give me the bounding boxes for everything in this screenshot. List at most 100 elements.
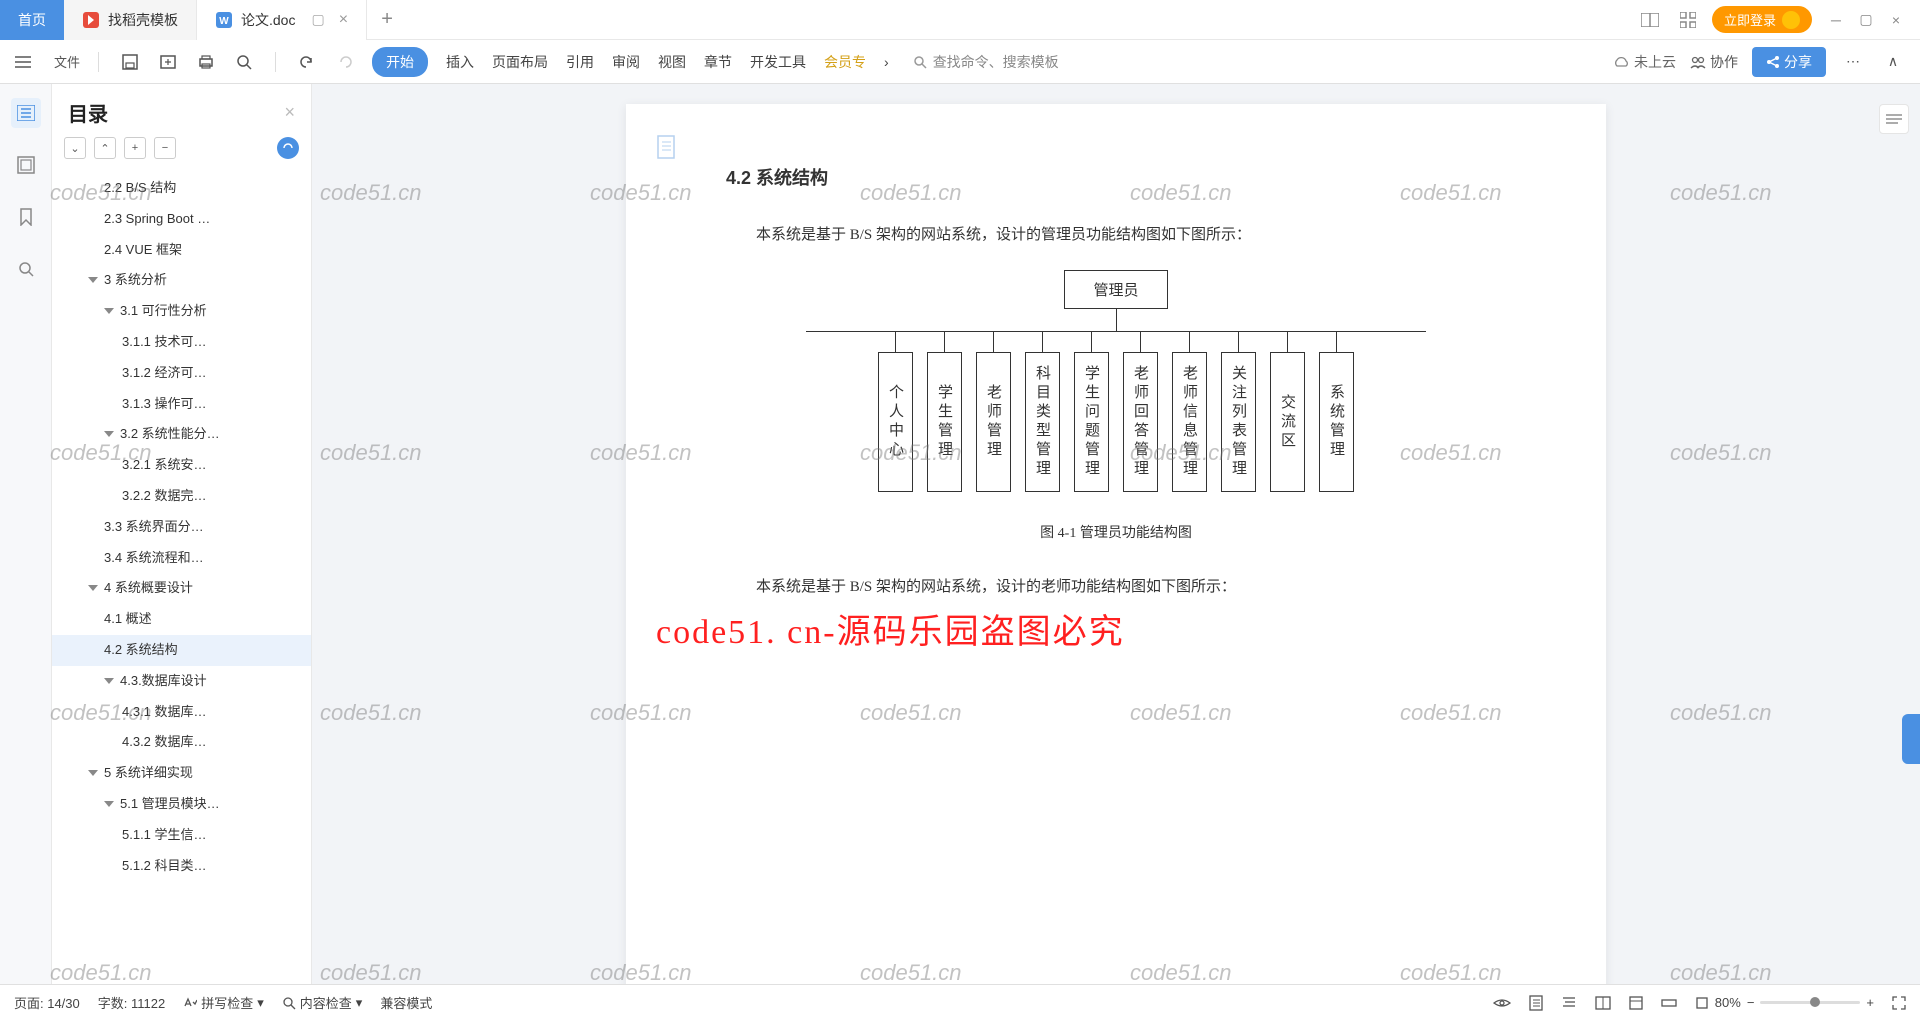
org-child: 学生管理 bbox=[927, 352, 962, 492]
outline-item[interactable]: 2.4 VUE 框架 bbox=[52, 235, 311, 266]
ai-panel-icon[interactable] bbox=[1879, 104, 1909, 134]
minimize-icon[interactable]: ─ bbox=[1822, 6, 1850, 34]
layout-icon[interactable] bbox=[1636, 6, 1664, 34]
tab-doc[interactable]: W 论文.doc ▢ × bbox=[197, 0, 367, 40]
outline-item[interactable]: 3.1.1 技术可… bbox=[52, 327, 311, 358]
outline-icon[interactable] bbox=[11, 98, 41, 128]
compat-mode[interactable]: 兼容模式 bbox=[380, 993, 432, 1012]
content-check[interactable]: 内容检查 ▾ bbox=[282, 993, 363, 1012]
preview-icon[interactable] bbox=[231, 49, 257, 75]
collab-button[interactable]: 协作 bbox=[1690, 52, 1738, 72]
ruler-icon[interactable] bbox=[1661, 996, 1677, 1010]
status-page[interactable]: 页面: 14/30 bbox=[14, 993, 80, 1012]
outline-title: 目录 bbox=[68, 98, 108, 127]
login-button[interactable]: 立即登录 bbox=[1712, 6, 1812, 33]
doc-heading: 4.2 系统结构 bbox=[726, 164, 1506, 190]
menu-insert[interactable]: 插入 bbox=[446, 52, 474, 72]
outline-item[interactable]: 3.1.3 操作可… bbox=[52, 389, 311, 420]
apps-icon[interactable] bbox=[1674, 6, 1702, 34]
title-bar: 首页 找稻壳模板 W 论文.doc ▢ × + 立即登录 ─ ▢ × bbox=[0, 0, 1920, 40]
menu-reference[interactable]: 引用 bbox=[566, 52, 594, 72]
outline-item[interactable]: 3.4 系统流程和… bbox=[52, 543, 311, 574]
outline-settings-icon[interactable] bbox=[277, 137, 299, 159]
toolbar-search[interactable]: 查找命令、搜索模板 bbox=[913, 52, 1059, 72]
outline-item[interactable]: 4.1 概述 bbox=[52, 604, 311, 635]
outline-item[interactable]: 3.1 可行性分析 bbox=[52, 296, 311, 327]
outline-item[interactable]: 3.2 系统性能分… bbox=[52, 419, 311, 450]
tab-home[interactable]: 首页 bbox=[0, 0, 64, 40]
print-icon[interactable] bbox=[193, 49, 219, 75]
outline-item[interactable]: 4.2 系统结构 bbox=[52, 635, 311, 666]
zoom-control: 80% − + bbox=[1695, 995, 1874, 1010]
outline-item[interactable]: 5 系统详细实现 bbox=[52, 758, 311, 789]
outline-item[interactable]: 3.2.2 数据完… bbox=[52, 481, 311, 512]
menu-section[interactable]: 章节 bbox=[704, 52, 732, 72]
figure-caption: 图 4-1 管理员功能结构图 bbox=[726, 522, 1506, 542]
tab-template[interactable]: 找稻壳模板 bbox=[64, 0, 197, 40]
collapse-all-icon[interactable]: ⌃ bbox=[94, 137, 116, 159]
level-up-icon[interactable]: + bbox=[124, 137, 146, 159]
menu-start[interactable]: 开始 bbox=[372, 47, 428, 77]
maximize-icon[interactable]: ▢ bbox=[1852, 6, 1880, 34]
outline-item[interactable]: 4.3.1 数据库… bbox=[52, 697, 311, 728]
zoom-in-icon[interactable]: + bbox=[1866, 995, 1874, 1010]
outline-item[interactable]: 5.1.1 学生信… bbox=[52, 820, 311, 851]
save-icon[interactable] bbox=[117, 49, 143, 75]
status-words[interactable]: 字数: 11122 bbox=[98, 993, 165, 1012]
menu-more-icon[interactable]: › bbox=[884, 54, 889, 70]
zoom-slider[interactable] bbox=[1760, 1001, 1860, 1004]
draft-view-icon[interactable] bbox=[1629, 996, 1643, 1010]
outline-item[interactable]: 2.3 Spring Boot … bbox=[52, 204, 311, 235]
outline-item[interactable]: 4 系统概要设计 bbox=[52, 573, 311, 604]
zoom-out-icon[interactable]: − bbox=[1747, 995, 1755, 1010]
file-menu[interactable]: 文件 bbox=[54, 52, 80, 71]
toolbar-expand-icon[interactable]: ∧ bbox=[1880, 49, 1906, 75]
fullscreen-icon[interactable] bbox=[1892, 996, 1906, 1010]
menu-member[interactable]: 会员专 bbox=[824, 52, 866, 72]
web-view-icon[interactable] bbox=[1595, 996, 1611, 1010]
read-mode-icon[interactable] bbox=[1493, 997, 1511, 1009]
outline-item[interactable]: 3 系统分析 bbox=[52, 265, 311, 296]
outline-list: 2.2 B/S 结构2.3 Spring Boot …2.4 VUE 框架3 系… bbox=[52, 169, 311, 984]
outline-item[interactable]: 4.3.2 数据库… bbox=[52, 727, 311, 758]
zoom-knob[interactable] bbox=[1810, 997, 1820, 1007]
menu-review[interactable]: 审阅 bbox=[612, 52, 640, 72]
zoom-value[interactable]: 80% bbox=[1715, 995, 1741, 1010]
side-tab[interactable] bbox=[1902, 714, 1920, 764]
cloud-status[interactable]: 未上云 bbox=[1612, 52, 1676, 72]
cloud-icon bbox=[1612, 55, 1630, 69]
new-tab-button[interactable]: + bbox=[367, 8, 407, 31]
outline-item[interactable]: 5.1 管理员模块… bbox=[52, 789, 311, 820]
level-down-icon[interactable]: − bbox=[154, 137, 176, 159]
close-window-icon[interactable]: × bbox=[1882, 6, 1910, 34]
page-view-icon[interactable] bbox=[1529, 995, 1543, 1011]
redo-icon[interactable] bbox=[332, 49, 358, 75]
menu-view[interactable]: 视图 bbox=[658, 52, 686, 72]
watermark-red: code51. cn-源码乐园盗图必究 bbox=[656, 604, 1125, 653]
outline-close-icon[interactable]: × bbox=[284, 102, 295, 123]
menu-icon[interactable] bbox=[10, 49, 36, 75]
toolbar-more-icon[interactable]: ⋯ bbox=[1840, 49, 1866, 75]
bookmark-icon[interactable] bbox=[11, 202, 41, 232]
outline-item[interactable]: 3.3 系统界面分… bbox=[52, 512, 311, 543]
menu-dev[interactable]: 开发工具 bbox=[750, 52, 806, 72]
outline-item[interactable]: 5.1.2 科目类… bbox=[52, 851, 311, 882]
outline-item[interactable]: 3.1.2 经济可… bbox=[52, 358, 311, 389]
float-icon[interactable]: ▢ bbox=[311, 11, 324, 28]
close-icon[interactable]: × bbox=[339, 11, 348, 29]
outline-view-icon[interactable] bbox=[1561, 996, 1577, 1010]
outline-item[interactable]: 4.3.数据库设计 bbox=[52, 666, 311, 697]
content-label: 内容检查 bbox=[300, 993, 352, 1012]
zoom-fit-icon[interactable] bbox=[1695, 996, 1709, 1010]
spell-check[interactable]: 拼写检查 ▾ bbox=[183, 993, 264, 1012]
undo-icon[interactable] bbox=[294, 49, 320, 75]
menu-layout[interactable]: 页面布局 bbox=[492, 52, 548, 72]
share-button[interactable]: 分享 bbox=[1752, 47, 1826, 77]
rail-search-icon[interactable] bbox=[11, 254, 41, 284]
expand-all-icon[interactable]: ⌄ bbox=[64, 137, 86, 159]
outline-item[interactable]: 2.2 B/S 结构 bbox=[52, 173, 311, 204]
thumbnail-icon[interactable] bbox=[11, 150, 41, 180]
outline-item[interactable]: 3.2.1 系统安… bbox=[52, 450, 311, 481]
export-icon[interactable] bbox=[155, 49, 181, 75]
content-icon bbox=[282, 996, 296, 1010]
